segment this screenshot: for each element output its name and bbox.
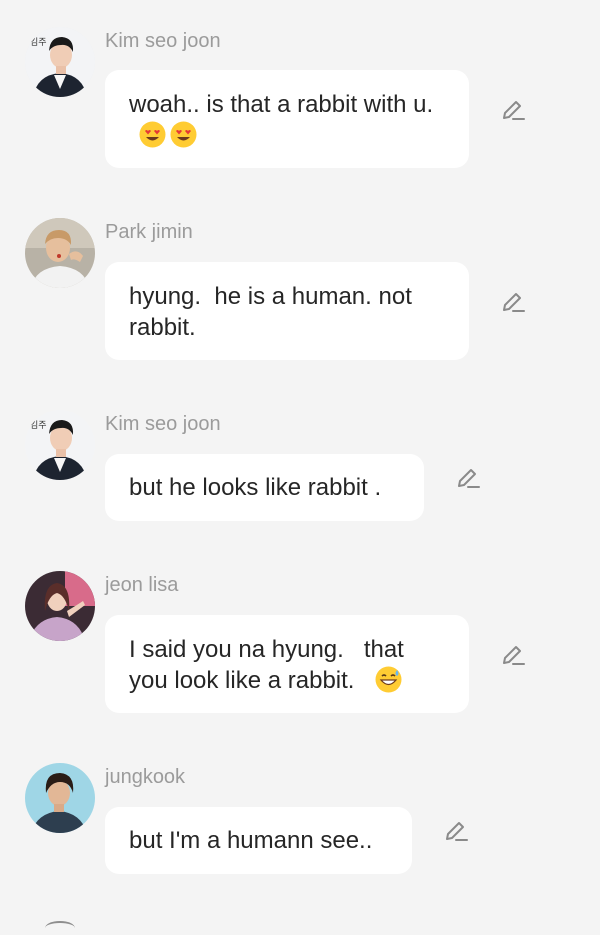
message-bubble[interactable]: but I'm a humann see.. [105, 807, 412, 874]
pencil-edit-icon[interactable] [499, 642, 527, 670]
avatar-jeon-lisa[interactable] [25, 571, 95, 641]
message-text: hyung. he is a human. not rabbit. [129, 283, 419, 341]
message-text: woah.. is that a rabbit with u. [129, 91, 434, 118]
heart-eyes-emoji-icon [139, 121, 166, 148]
pencil-edit-icon[interactable] [454, 465, 482, 493]
message-bubble[interactable]: hyung. he is a human. not rabbit. [105, 262, 469, 360]
avatar-jungkook[interactable] [25, 763, 95, 833]
pencil-edit-icon[interactable] [442, 818, 470, 846]
message-bubble[interactable]: but he looks like rabbit . [105, 454, 424, 521]
message-bubble[interactable]: I said you na hyung. that you look like … [105, 615, 469, 713]
pencil-edit-icon[interactable] [499, 97, 527, 125]
pencil-edit-icon[interactable] [499, 289, 527, 317]
next-avatar-edge [45, 921, 75, 935]
sender-name: jeon lisa [105, 574, 179, 596]
avatar-watermark: 김주 [30, 419, 47, 431]
sender-name: jungkook [105, 766, 186, 788]
sender-name: Kim seo joon [105, 413, 221, 435]
sender-name: Kim seo joon [105, 30, 221, 52]
avatar-watermark: 김주 [30, 36, 47, 48]
message-text: but he looks like rabbit . [129, 474, 382, 501]
avatar-park-jimin[interactable] [25, 218, 95, 288]
heart-eyes-emoji-icon [170, 121, 197, 148]
message-bubble[interactable]: woah.. is that a rabbit with u. [105, 70, 469, 168]
message-text: but I'm a humann see.. [129, 827, 373, 854]
grinning-sweat-emoji-icon [375, 666, 402, 693]
message-text: I said you na hyung. that you look like … [129, 636, 411, 694]
avatar-kim-seo-joon[interactable]: 김주 [25, 27, 95, 97]
sender-name: Park jimin [105, 221, 193, 243]
avatar-kim-seo-joon[interactable]: 김주 [25, 410, 95, 480]
